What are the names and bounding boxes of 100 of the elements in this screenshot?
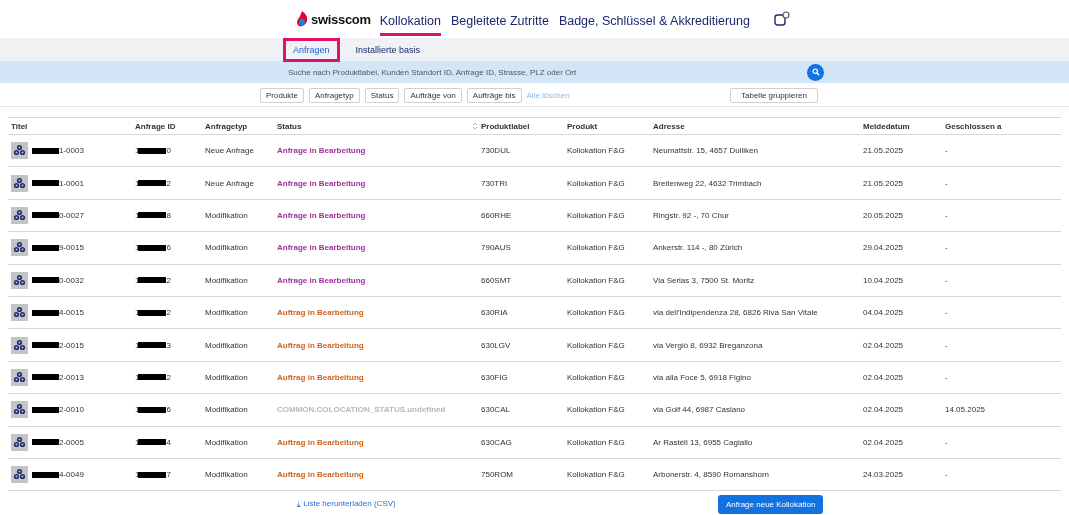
status-text: Anfrage in Bearbeitung (277, 210, 366, 220)
redaction-bar (138, 212, 167, 219)
table-cell: 7 (166, 470, 171, 480)
nav-tab[interactable]: Badge, Schlüssel & Akkreditierung (558, 5, 750, 36)
table-cell-text: 790AUS (481, 243, 512, 253)
redaction-bar (138, 406, 167, 413)
table-cell: 4-0015 (59, 308, 84, 318)
table-cell-text: 02.04.2025 (863, 340, 905, 350)
table-cell: 0 (166, 146, 171, 156)
nav-tab[interactable]: Kollokation (379, 5, 441, 36)
filter-button[interactable]: Anfragetyp (309, 87, 360, 103)
table-cell-text: Ar Rastèll 13, 6955 Cagiallo (653, 437, 754, 447)
colocation-icon (11, 206, 28, 224)
colocation-icon (11, 401, 28, 419)
subnav-tab[interactable]: Installierte basis (345, 37, 431, 62)
table-cell: 8 (166, 210, 171, 220)
logo-icon (296, 11, 308, 27)
status-text: COMMON.COLOCATION_STATUS.undefined (277, 405, 446, 415)
search-button[interactable] (807, 63, 824, 81)
redaction-bar (138, 277, 167, 284)
table-cell: 1 (135, 437, 140, 447)
table-cell-text: 02.04.2025 (863, 372, 905, 382)
table-cell: 4-0049 (59, 470, 84, 480)
colocation-icon (11, 239, 28, 257)
table-cell-text: Kollokation F&G (567, 405, 626, 415)
colocation-icon (11, 271, 28, 289)
table-cell-text: 02.04.2025 (863, 405, 905, 415)
table-cell-text: - (945, 340, 949, 350)
status-text: Anfrage in Bearbeitung (277, 243, 366, 253)
colocation-icon (11, 142, 28, 160)
table-cell: 2 (166, 308, 171, 318)
table-cell-text: 20.05.2025 (863, 210, 905, 220)
filter-button[interactable]: Aufträge bis (466, 87, 522, 103)
colocation-icon (11, 336, 28, 354)
table-cell-text: 10.04.2025 (863, 275, 905, 285)
table-cell: 2-0013 (59, 372, 84, 382)
redaction-bar (32, 406, 59, 413)
table-cell-text: 630CAL (481, 405, 511, 415)
table-cell: 1 (135, 210, 140, 220)
search-field[interactable]: Suche nach Produktlabel, Kunden Standort ID, Anfrage ID, Strasse, PLZ oder Ort (286, 65, 795, 79)
table-cell: 2-0015 (59, 340, 84, 350)
table-cell: 1 (135, 308, 140, 318)
table-cell-text: Via Serlas 3, 7500 St. Moritz (653, 275, 756, 285)
table-cell-text: 730DUL (481, 146, 512, 156)
table-cell-text: Modifikation (205, 372, 249, 382)
new-request-button[interactable]: Anfrage neue Kollokation (718, 494, 824, 514)
table-cell-text: via dell'Indipendenza 28, 6826 Riva San Vitale (653, 308, 819, 318)
download-csv-link[interactable]: ⤓ Liste herunterladen (CSV) (297, 499, 718, 510)
table-cell-text: 730TRI (481, 178, 509, 188)
table-cell-text: - (945, 243, 949, 253)
table-cell-text: 630LGV (481, 340, 512, 350)
table-cell-text: Breitenweg 22, 4632 Trimbach (653, 178, 763, 188)
table-cell: 2-0005 (59, 437, 84, 447)
table-cell-text: Modifikation (205, 210, 249, 220)
table-cell-text: Arbonerstr. 4, 8590 Romanshorn (653, 470, 771, 480)
table-cell-text: - (945, 470, 949, 480)
table-cell: 1 (135, 340, 140, 350)
table-cell: 6 (166, 405, 171, 415)
table-cell: 2-0010 (59, 405, 84, 415)
table-cell: 1 (135, 372, 140, 382)
table-cell-text: 02.04.2025 (863, 437, 905, 447)
redaction-bar (32, 439, 59, 446)
table-cell-text: Modifikation (205, 243, 249, 253)
table-cell-text: 14.05.2025 (945, 405, 987, 415)
group-table-button[interactable]: Tabelle gruppieren (730, 87, 818, 103)
table-cell-text: 21.05.2025 (863, 146, 905, 156)
table-cell-text: 660RHE (481, 210, 513, 220)
redaction-bar (138, 244, 167, 251)
status-text: Auftrag in Bearbeitung (277, 340, 364, 350)
table-cell: 1 (135, 405, 140, 415)
filter-button[interactable]: Aufträge von (404, 87, 462, 103)
table-cell-text: Neue Anfrage (205, 178, 255, 188)
table-cell: 1 (135, 470, 140, 480)
filter-button[interactable]: Produkte (260, 87, 305, 103)
brand-name[interactable]: swisscom (311, 11, 371, 27)
table-cell-text: - (945, 275, 949, 285)
redaction-bar (32, 374, 59, 381)
redaction-bar (32, 309, 59, 316)
redaction-bar (138, 471, 167, 478)
nav-tab[interactable]: Begleitete Zutritte (450, 5, 549, 36)
table-cell-text: Kollokation F&G (567, 470, 626, 480)
search-bar[interactable]: Suche nach Produktlabel, Kunden Standort ID, Anfrage ID, Strasse, PLZ oder Ort (0, 61, 1069, 83)
table-cell: 1 (135, 243, 140, 253)
table-cell: 2 (166, 372, 171, 382)
table-cell: 1-0001 (59, 178, 84, 188)
table-cell-text: Kollokation F&G (567, 178, 626, 188)
table-cell-text: - (945, 210, 949, 220)
filter-button[interactable]: Status (364, 87, 400, 103)
table-cell-text: 750ROM (481, 470, 514, 480)
table-cell: 1 (135, 146, 140, 156)
table-cell-text: 21.05.2025 (863, 178, 905, 188)
table-cell-text: Neue Anfrage (205, 146, 255, 156)
table-cell-text: Kollokation F&G (567, 146, 626, 156)
status-text: Auftrag in Bearbeitung (277, 308, 364, 318)
table-cell-text: Kollokation F&G (567, 437, 626, 447)
status-text: Auftrag in Bearbeitung (277, 470, 364, 480)
status-text: Anfrage in Bearbeitung (277, 275, 366, 285)
status-text: Auftrag in Bearbeitung (277, 437, 364, 447)
subnav-tab[interactable]: Anfragen (283, 37, 340, 62)
apps-icon[interactable] (773, 11, 790, 27)
